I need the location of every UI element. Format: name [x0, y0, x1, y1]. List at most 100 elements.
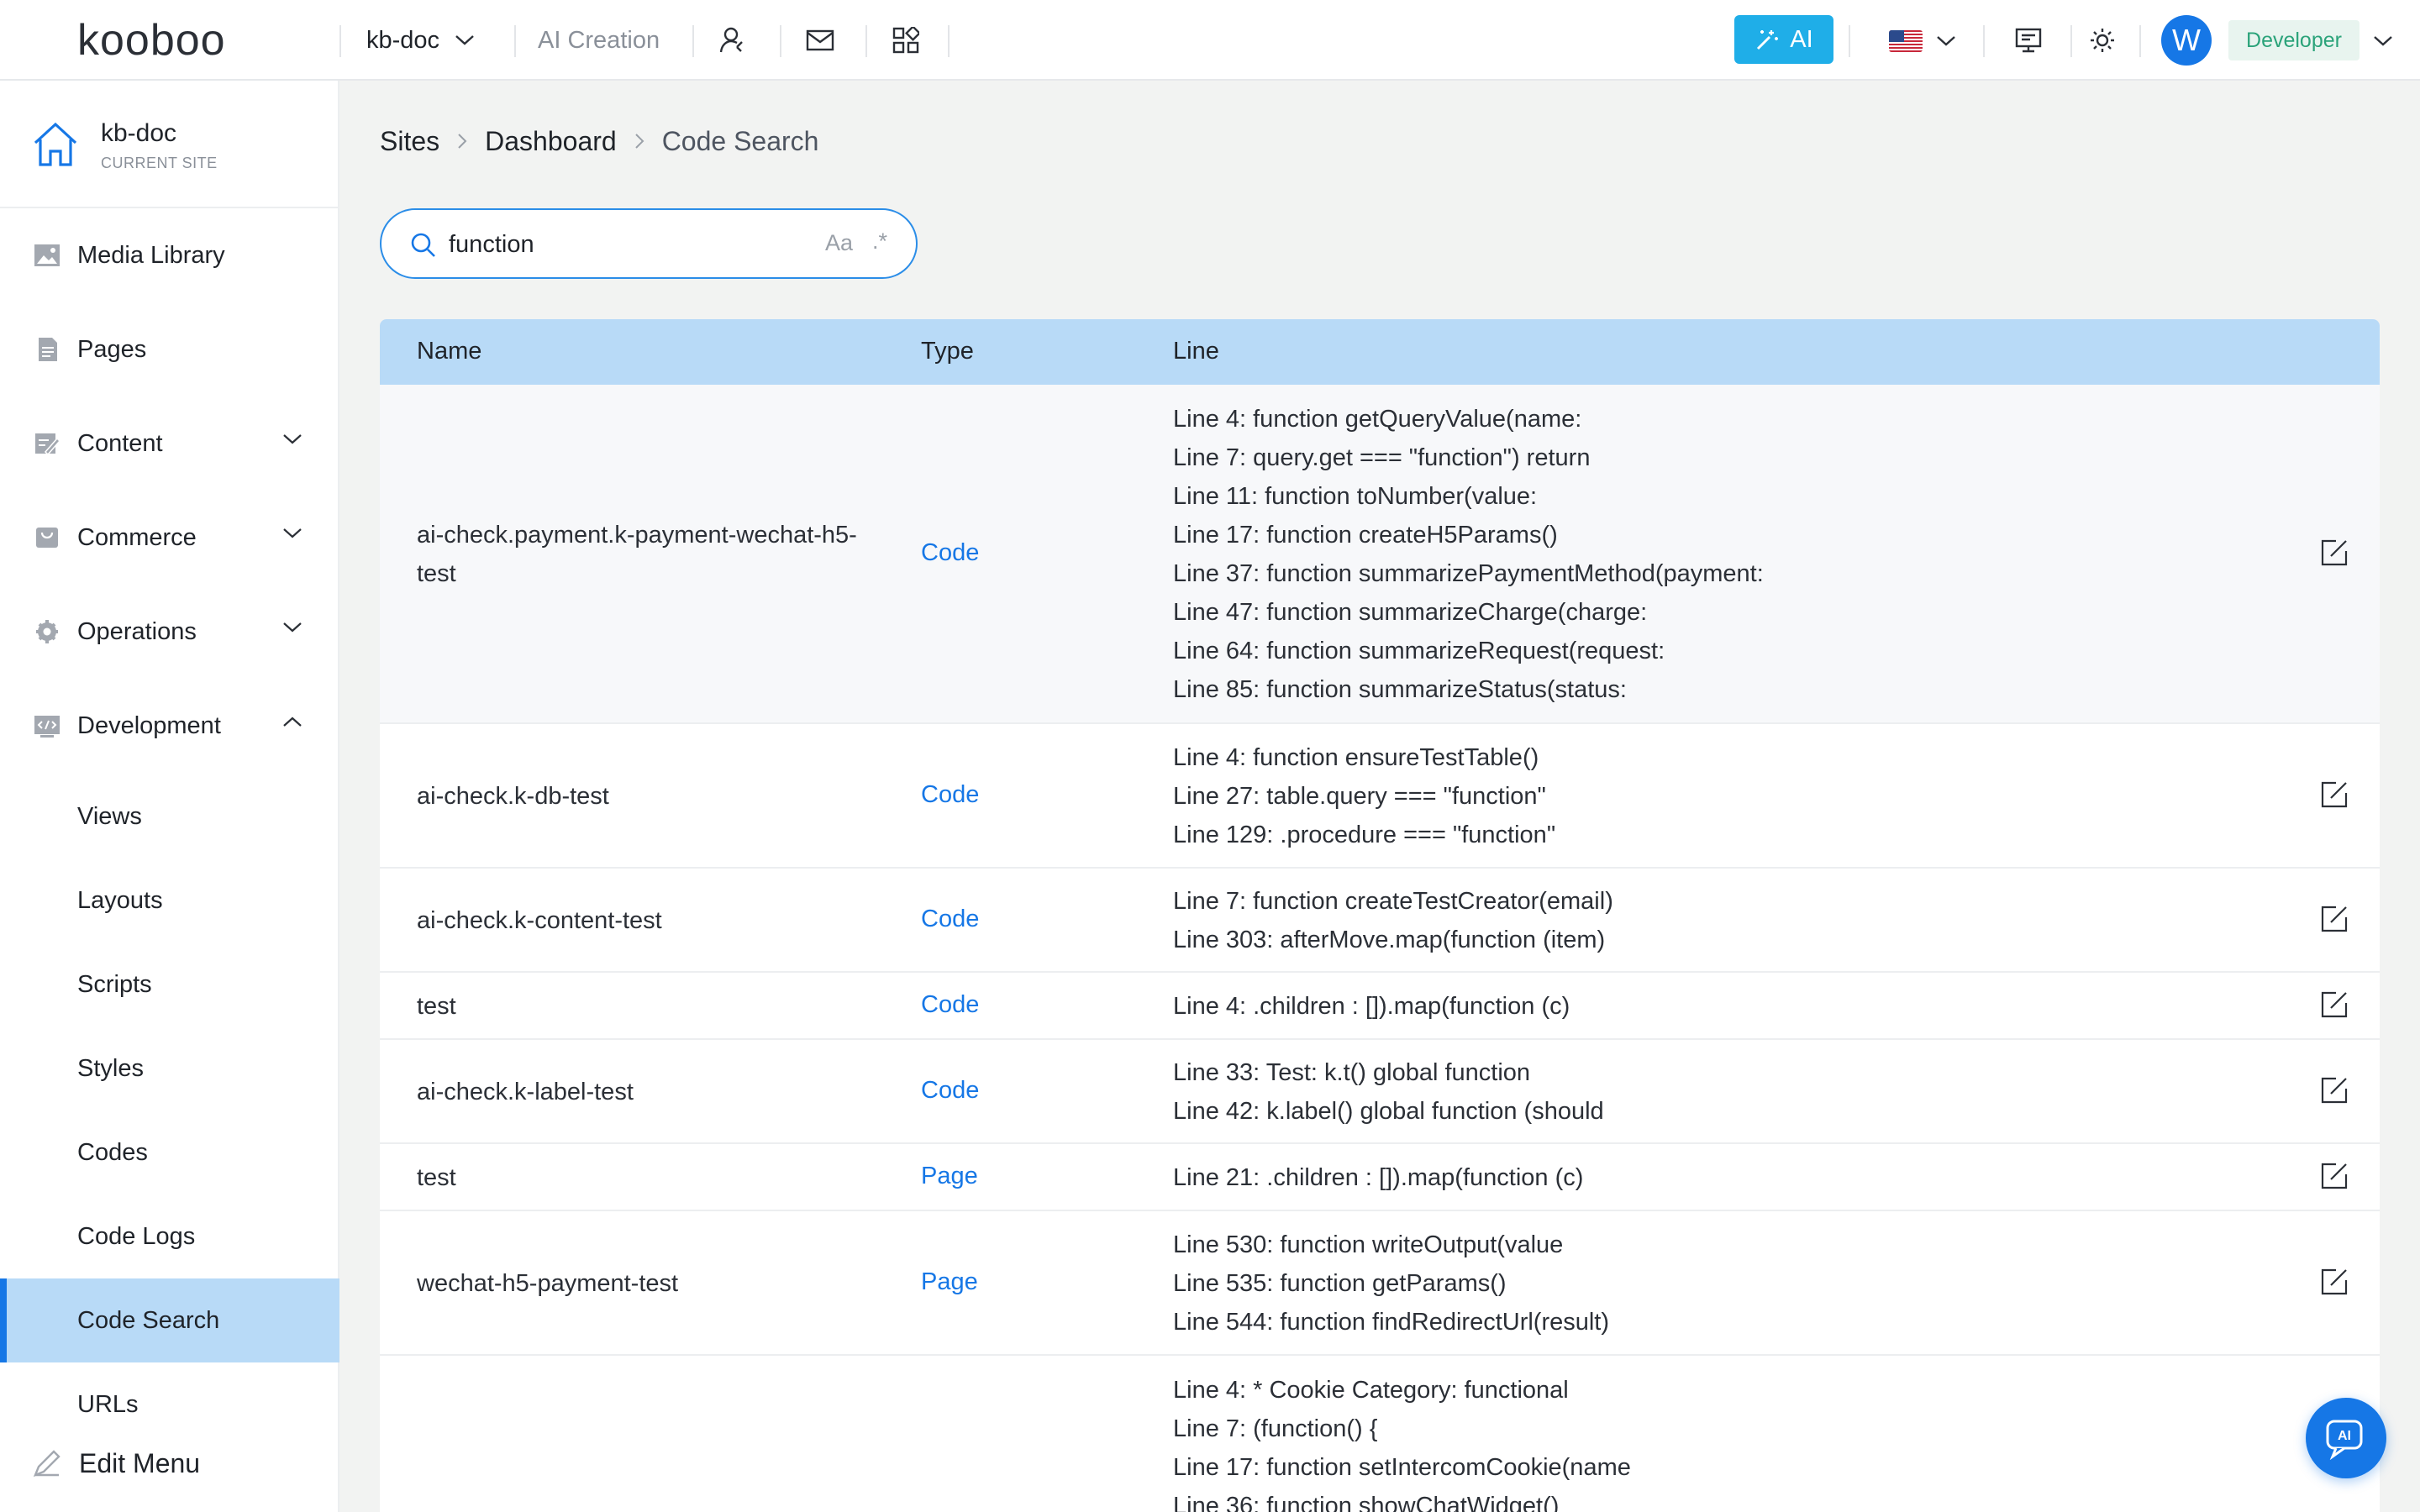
sidebar-item-development[interactable]: Development: [0, 684, 339, 768]
sidebar-item-code-logs[interactable]: Code Logs: [0, 1194, 339, 1278]
edit-icon[interactable]: [2317, 988, 2351, 1021]
monitor-icon[interactable]: [2012, 24, 2045, 57]
table-row[interactable]: Line 4: * Cookie Category: functional Lin…: [380, 1356, 2380, 1512]
results-table: Name Type Line ai-check.payment.k-paymen…: [380, 319, 2380, 1512]
cell-name: wechat-h5-payment-test: [417, 1270, 679, 1297]
line-match[interactable]: Line 17: function createH5Params(): [1173, 516, 1764, 554]
edit-icon[interactable]: [2317, 1074, 2351, 1107]
chevron-right-icon: [634, 132, 645, 150]
ai-creation-link[interactable]: AI Creation: [538, 20, 660, 60]
role-badge[interactable]: Developer: [2228, 20, 2360, 60]
code-search-box[interactable]: Aa .*: [380, 208, 918, 279]
sidebar-item-urls[interactable]: URLs: [0, 1362, 339, 1446]
sidebar-item-views[interactable]: Views: [0, 774, 339, 858]
user-switch-icon[interactable]: [716, 24, 750, 57]
sidebar-item-code-search[interactable]: Code Search: [0, 1278, 339, 1362]
line-match[interactable]: Line 85: function summarizeStatus(status…: [1173, 670, 1764, 709]
divider: [2070, 25, 2072, 57]
table-row[interactable]: wechat-h5-payment-test Page Line 530: func…: [380, 1211, 2380, 1356]
ai-assistant-button[interactable]: AI: [1734, 15, 1833, 64]
line-match[interactable]: Line 42: k.label() global function (shou…: [1173, 1092, 1604, 1131]
site-switcher[interactable]: kb-doc: [366, 20, 475, 60]
cell-line-matches: Line 4: function ensureTestTable() Line 2…: [1173, 738, 1555, 854]
table-row[interactable]: ai-check.k-content-test Code Line 7: funct…: [380, 869, 2380, 973]
edit-menu-label: Edit Menu: [79, 1447, 201, 1478]
sidebar-item-operations[interactable]: Operations: [0, 590, 339, 674]
cell-type-link[interactable]: Code: [921, 1077, 979, 1105]
line-match[interactable]: Line 64: function summarizeRequest(reque…: [1173, 632, 1764, 670]
divider: [948, 25, 950, 57]
sidebar-item-label: Development: [77, 711, 221, 739]
line-match[interactable]: Line 21: .children : []).map(function (c…: [1173, 1158, 1583, 1197]
line-match[interactable]: Line 535: function getParams(): [1173, 1264, 1609, 1303]
cell-type-link[interactable]: Code: [921, 539, 979, 567]
user-avatar[interactable]: W: [2161, 15, 2212, 66]
chevron-down-icon[interactable]: [2373, 35, 2393, 47]
table-row[interactable]: test Page Line 21: .children : []).map(fun…: [380, 1144, 2380, 1211]
line-match[interactable]: Line 33: Test: k.t() global function: [1173, 1053, 1604, 1092]
match-case-toggle[interactable]: Aa: [825, 230, 853, 256]
line-match[interactable]: Line 530: function writeOutput(value: [1173, 1226, 1609, 1264]
ai-chat-button[interactable]: AI: [2306, 1398, 2386, 1478]
sidebar-item-media-library[interactable]: Media Library: [0, 213, 339, 297]
table-row[interactable]: ai-check.payment.k-payment-wechat-h5-tes…: [380, 385, 2380, 724]
line-match[interactable]: Line 47: function summarizeCharge(charge…: [1173, 593, 1764, 632]
us-flag-icon[interactable]: [1889, 30, 1923, 52]
sidebar-item-scripts[interactable]: Scripts: [0, 942, 339, 1026]
sidebar-item-commerce[interactable]: Commerce: [0, 496, 339, 580]
line-match[interactable]: Line 4: * Cookie Category: functional: [1173, 1371, 1631, 1410]
kooboo-logo[interactable]: kooboo: [77, 15, 271, 66]
breadcrumb-dashboard[interactable]: Dashboard: [485, 126, 617, 157]
cell-type-link[interactable]: Code: [921, 991, 979, 1019]
column-header-line[interactable]: Line: [1173, 338, 1219, 365]
edit-icon[interactable]: [2317, 1159, 2351, 1193]
edit-menu-button[interactable]: Edit Menu: [32, 1443, 200, 1483]
line-match[interactable]: Line 303: afterMove.map(function (item): [1173, 921, 1613, 959]
current-site-header[interactable]: kb-doc CURRENT SITE: [0, 81, 339, 208]
line-match[interactable]: Line 129: .procedure === "function": [1173, 816, 1555, 854]
cell-line-matches: Line 21: .children : []).map(function (c…: [1173, 1158, 1583, 1197]
edit-icon[interactable]: [2317, 778, 2351, 811]
sidebar-item-label: Scripts: [77, 971, 152, 998]
chevron-down-icon[interactable]: [1936, 35, 1956, 47]
column-header-type[interactable]: Type: [921, 338, 974, 365]
line-match[interactable]: Line 544: function findRedirectUrl(resul…: [1173, 1303, 1609, 1341]
table-row[interactable]: test Code Line 4: .children : []).map(func…: [380, 973, 2380, 1040]
line-match[interactable]: Line 4: .children : []).map(function (c): [1173, 987, 1570, 1026]
line-match[interactable]: Line 7: function createTestCreator(email…: [1173, 882, 1613, 921]
column-header-name[interactable]: Name: [417, 338, 481, 365]
sidebar-item-label: Commerce: [77, 523, 197, 551]
sidebar-item-layouts[interactable]: Layouts: [0, 858, 339, 942]
theme-sun-icon[interactable]: [2086, 24, 2119, 57]
apps-icon[interactable]: [889, 24, 923, 57]
sidebar-item-content[interactable]: Content: [0, 402, 339, 486]
breadcrumb-sites[interactable]: Sites: [380, 126, 439, 157]
cell-type-link[interactable]: Page: [921, 1268, 978, 1296]
regex-toggle[interactable]: .*: [872, 228, 887, 255]
line-match[interactable]: Line 7: (function() {: [1173, 1410, 1631, 1448]
sidebar-item-label: Content: [77, 429, 163, 457]
cell-type-link[interactable]: Page: [921, 1163, 978, 1190]
line-match[interactable]: Line 4: function getQueryValue(name:: [1173, 400, 1764, 438]
sidebar-item-styles[interactable]: Styles: [0, 1026, 339, 1110]
line-match[interactable]: Line 37: function summarizePaymentMethod…: [1173, 554, 1764, 593]
mail-icon[interactable]: [803, 24, 837, 57]
edit-icon[interactable]: [2317, 902, 2351, 936]
sidebar-item-codes[interactable]: Codes: [0, 1110, 339, 1194]
line-match[interactable]: Line 4: function ensureTestTable(): [1173, 738, 1555, 777]
line-match[interactable]: Line 11: function toNumber(value:: [1173, 477, 1764, 516]
line-match[interactable]: Line 36: function showChatWidget(): [1173, 1487, 1631, 1512]
edit-icon[interactable]: [2317, 1265, 2351, 1299]
line-match[interactable]: Line 17: function setIntercomCookie(name: [1173, 1448, 1631, 1487]
cell-line-matches: Line 4: .children : []).map(function (c): [1173, 987, 1570, 1026]
table-row[interactable]: ai-check.k-label-test Code Line 33: Test: …: [380, 1040, 2380, 1144]
sidebar-item-pages[interactable]: Pages: [0, 307, 339, 391]
code-icon: [34, 716, 60, 738]
search-input[interactable]: [449, 227, 768, 262]
table-row[interactable]: ai-check.k-db-test Code Line 4: function e…: [380, 724, 2380, 869]
line-match[interactable]: Line 27: table.query === "function": [1173, 777, 1555, 816]
line-match[interactable]: Line 7: query.get === "function") return: [1173, 438, 1764, 477]
edit-icon[interactable]: [2317, 536, 2351, 570]
cell-type-link[interactable]: Code: [921, 906, 979, 933]
cell-type-link[interactable]: Code: [921, 781, 979, 809]
